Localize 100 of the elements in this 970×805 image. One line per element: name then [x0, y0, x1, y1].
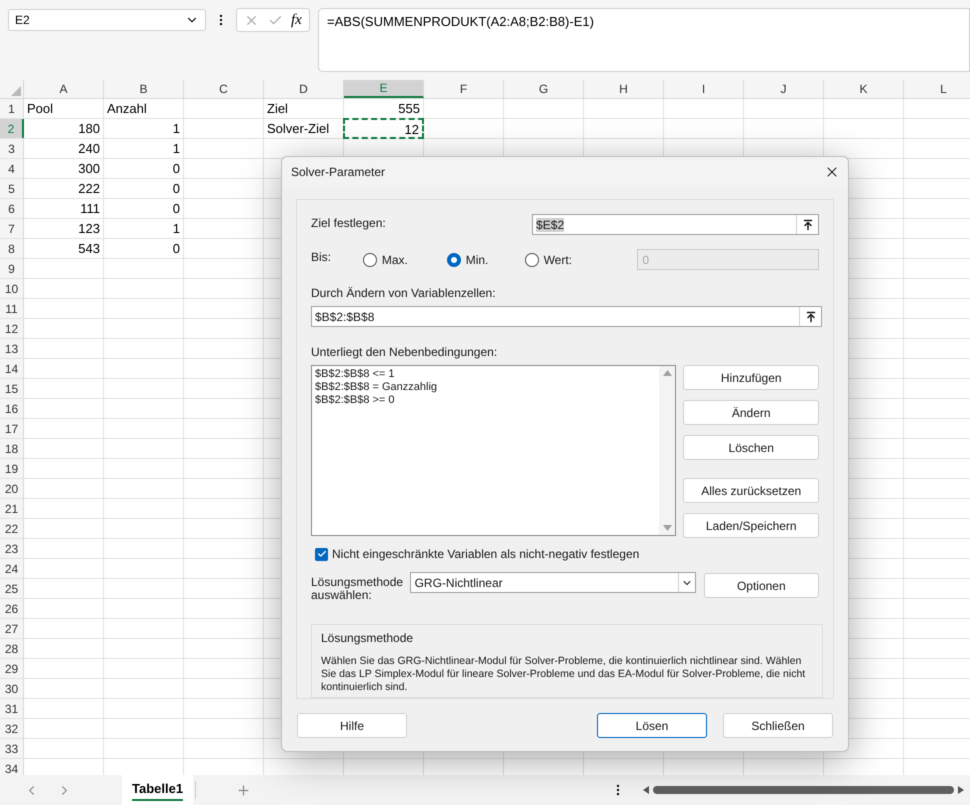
row-header[interactable]: 21	[0, 499, 24, 518]
row-header[interactable]: 17	[0, 419, 24, 438]
radio-label: Min.	[466, 252, 488, 268]
row-header[interactable]: 18	[0, 439, 24, 458]
radio-label: Wert:	[544, 252, 572, 268]
row-header[interactable]: 30	[0, 679, 24, 698]
dialog-button[interactable]: Optionen	[704, 573, 819, 598]
table-cell-text: Solver-Ziel	[266, 120, 330, 138]
row-header[interactable]: 6	[0, 199, 24, 218]
row-header[interactable]: 34	[0, 759, 24, 775]
table-cell-text: 111	[79, 200, 101, 218]
table-cell-text: 123	[77, 220, 101, 238]
row-header[interactable]: 27	[0, 619, 24, 638]
row-header[interactable]: 3	[0, 139, 24, 158]
dialog-button[interactable]: Laden/Speichern	[683, 513, 819, 538]
row-header[interactable]: 4	[0, 159, 24, 178]
row-header[interactable]: 32	[0, 719, 24, 738]
table-cell-text: 0	[172, 200, 181, 218]
dialog-button[interactable]: Ändern	[683, 400, 819, 425]
column-header[interactable]: B	[104, 80, 184, 98]
table-cell-text: 543	[77, 240, 101, 258]
column-header[interactable]: F	[424, 80, 504, 98]
sheet-tab[interactable]: Tabelle1	[122, 775, 194, 805]
row-header[interactable]: 14	[0, 359, 24, 378]
field-label: Durch Ändern von Variablenzellen:	[311, 285, 497, 302]
column-header[interactable]: J	[744, 80, 824, 98]
constraint-item[interactable]: $B$2:$B$8 >= 0	[315, 394, 660, 407]
table-cell-text: 0	[172, 180, 181, 198]
table-cell-text: 180	[77, 120, 101, 138]
row-header[interactable]: 26	[0, 599, 24, 618]
column-header[interactable]: E	[344, 80, 424, 98]
dialog-button[interactable]: Schließen	[723, 713, 833, 738]
table-cell-text: 240	[77, 140, 101, 158]
column-header[interactable]: G	[504, 80, 584, 98]
row-header[interactable]: 10	[0, 279, 24, 298]
checkbox-label: Nicht eingeschränkte Variablen als nicht-negativ festlegen	[332, 546, 640, 563]
radio-label: Max.	[382, 252, 408, 268]
row-header[interactable]: 13	[0, 339, 24, 358]
constraint-item[interactable]: $B$2:$B$8 <= 1	[315, 368, 660, 381]
constraint-item[interactable]: $B$2:$B$8 = Ganzzahlig	[315, 381, 660, 394]
field-label: Lösungsmethode auswählen:	[311, 576, 404, 602]
table-cell-text: 300	[77, 160, 101, 178]
constraints-list[interactable]: $B$2:$B$8 <= 1 $B$2:$B$8 = Ganzzahlig $B$2:$B$8 >= 0	[311, 365, 676, 536]
method-dropdown[interactable]: GRG-Nichtlinear	[410, 572, 696, 593]
target-field[interactable]: $E$2	[532, 214, 819, 235]
checkbox[interactable]	[315, 548, 328, 560]
insert-function-button[interactable]: fx	[290, 8, 302, 32]
row-header[interactable]: 11	[0, 299, 24, 318]
row-header[interactable]: 9	[0, 259, 24, 278]
table-cell-text: 222	[77, 180, 101, 198]
horizontal-scrollbar[interactable]	[643, 786, 964, 794]
row-header[interactable]: 1	[0, 99, 24, 118]
row-header[interactable]: 2	[0, 119, 24, 138]
description-title: Lösungsmethode	[321, 630, 414, 647]
table-cell-text: Ziel	[266, 100, 289, 118]
row-header[interactable]: 20	[0, 479, 24, 498]
name-box[interactable]: E2	[8, 9, 206, 31]
formula-field[interactable]: =ABS(SUMMENPRODUKT(A2:A8;B2:B8)-E1)	[318, 8, 970, 72]
dialog-button[interactable]: Lösen	[597, 713, 707, 738]
add-sheet-icon[interactable]	[236, 782, 252, 798]
column-header[interactable]: L	[904, 80, 970, 98]
table-cell: 12	[343, 118, 424, 139]
row-header[interactable]: 24	[0, 559, 24, 578]
row-header[interactable]: 12	[0, 319, 24, 338]
field-label: Bis:	[311, 248, 332, 266]
table-cell-text: 1	[172, 140, 181, 158]
row-header[interactable]: 19	[0, 459, 24, 478]
row-header[interactable]: 28	[0, 639, 24, 658]
dialog-button[interactable]: Löschen	[683, 435, 819, 460]
row-header[interactable]: 15	[0, 379, 24, 398]
table-cell-text: 1	[172, 220, 181, 238]
row-header[interactable]: 16	[0, 399, 24, 418]
scroll-left-icon[interactable]	[643, 786, 650, 794]
column-header[interactable]: I	[664, 80, 744, 98]
row-header[interactable]: 25	[0, 579, 24, 598]
row-header[interactable]: 23	[0, 539, 24, 558]
column-header[interactable]: H	[584, 80, 664, 98]
row-header[interactable]: 5	[0, 179, 24, 198]
dialog-button[interactable]: Hinzufügen	[683, 365, 819, 390]
table-cell-text: 1	[172, 120, 181, 138]
description-text: Wählen Sie das GRG-Nichtlinear-Modul für Solver-Probleme, die kontinuierlich nichtlinear sind. Wählen Sie das LP Simplex-Modul für lineare Solver-Probleme und das EA-Modul für Solver-Probleme, die nicht kontinuierlich sind.	[321, 655, 806, 694]
column-header[interactable]: C	[184, 80, 264, 98]
variable-cells-field[interactable]: $B$2:$B$8	[311, 306, 822, 327]
column-header[interactable]: A	[24, 80, 104, 98]
row-header[interactable]: 22	[0, 519, 24, 538]
table-cell-text: Anzahl	[106, 100, 148, 118]
table-cell-text: Pool	[26, 100, 54, 118]
table-cell-text: 555	[397, 100, 421, 118]
dialog-title: Solver-Parameter	[291, 164, 386, 181]
column-header[interactable]: K	[824, 80, 904, 98]
row-header[interactable]: 7	[0, 219, 24, 238]
row-header[interactable]: 8	[0, 239, 24, 258]
row-header[interactable]: 31	[0, 699, 24, 718]
row-header[interactable]: 33	[0, 739, 24, 758]
dialog-button[interactable]: Hilfe	[297, 713, 407, 738]
table-cell-text: 0	[172, 240, 181, 258]
scroll-right-icon[interactable]	[958, 786, 964, 794]
row-header[interactable]: 29	[0, 659, 24, 678]
dialog-button[interactable]: Alles zurücksetzen	[683, 478, 819, 503]
field-label: Unterliegt den Nebenbedingungen:	[311, 344, 498, 361]
